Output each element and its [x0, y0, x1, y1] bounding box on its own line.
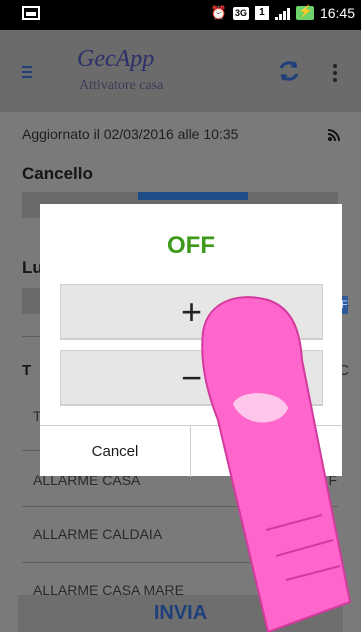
divider — [22, 506, 338, 507]
list-item-allarme-caldaia[interactable]: ALLARME CALDAIA — [33, 526, 162, 542]
signal-icon — [274, 6, 290, 20]
last-updated-text: Aggiornato il 02/03/2016 alle 10:35 — [22, 126, 239, 142]
status-time: 16:45 — [319, 5, 355, 21]
app-bar: GecApp Attivatore casa — [0, 30, 361, 112]
3g-icon: 3G — [232, 6, 249, 20]
image-notification-icon — [22, 6, 40, 20]
app-title: GecApp — [77, 46, 155, 72]
status-icons: ⏰ 3G 1 16:45 — [210, 4, 355, 21]
toggle-dialog: OFF + − Cancel — [40, 204, 342, 477]
list-item-allarme-caldaia-state: F — [328, 526, 337, 542]
decrease-button[interactable]: − — [60, 350, 323, 406]
section-title-cancello: Cancello — [22, 164, 93, 183]
app-subtitle: Attivatore casa — [79, 78, 164, 93]
sim-icon: 1 — [254, 6, 269, 20]
status-bar: ⏰ 3G 1 16:45 — [0, 0, 361, 30]
overflow-menu-icon[interactable] — [333, 64, 339, 82]
send-button[interactable]: INVIA — [18, 595, 343, 632]
refresh-icon[interactable] — [276, 58, 302, 84]
cancel-button[interactable]: Cancel — [40, 426, 190, 477]
dialog-state-title: OFF — [167, 232, 215, 259]
confirm-button[interactable] — [191, 426, 342, 477]
increase-button[interactable]: + — [60, 284, 323, 340]
alarm-icon: ⏰ — [210, 5, 227, 20]
rss-icon[interactable] — [327, 128, 341, 142]
battery-charging-icon — [295, 4, 314, 20]
hamburger-icon[interactable] — [22, 66, 32, 78]
divider — [22, 562, 338, 563]
dialog-footer: Cancel — [40, 425, 342, 477]
segment-accent — [138, 192, 248, 200]
list-header-left: T — [22, 362, 32, 379]
